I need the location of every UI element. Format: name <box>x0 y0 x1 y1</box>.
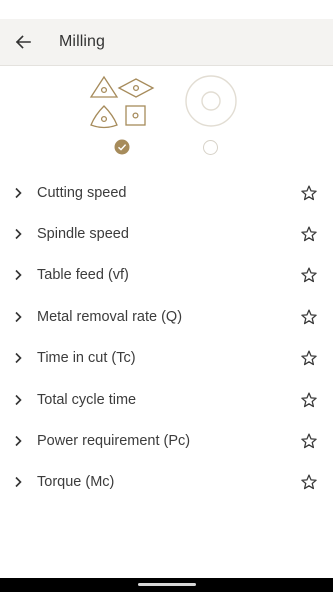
star-outline-icon[interactable] <box>300 432 318 450</box>
list-item[interactable]: Torque (Mc) <box>0 462 333 503</box>
chevron-right-icon <box>15 270 22 281</box>
option-multi-shape-inserts[interactable] <box>88 74 158 134</box>
chevron-right-icon <box>15 435 22 447</box>
option-round-insert[interactable] <box>184 74 238 128</box>
back-button[interactable] <box>1 19 45 66</box>
star-outline-icon[interactable] <box>300 391 318 409</box>
radio-unchecked-icon[interactable] <box>203 140 218 155</box>
star-outline-icon[interactable] <box>300 225 318 243</box>
insert-type-selector <box>0 66 333 166</box>
star-outline-icon[interactable] <box>300 308 318 326</box>
chevron-right-icon <box>15 394 22 405</box>
list-item[interactable]: Table feed (vf) <box>0 255 333 296</box>
page-title: Milling <box>59 33 106 50</box>
list-item[interactable]: Power requirement (Pc) <box>0 420 333 461</box>
chevron-right-icon <box>15 187 22 198</box>
list-item[interactable]: Spindle speed <box>0 213 333 254</box>
star-outline-icon[interactable] <box>300 473 318 491</box>
list-item-label: Metal removal rate (Q) <box>37 308 183 325</box>
list-item-label: Total cycle time <box>37 391 137 408</box>
list-item-label: Power requirement (Pc) <box>37 433 191 450</box>
list-item[interactable]: Total cycle time <box>0 379 333 420</box>
chevron-right-icon <box>15 477 22 488</box>
star-outline-icon[interactable] <box>300 349 318 367</box>
list-item-label: Table feed (vf) <box>37 267 129 284</box>
arrow-left-icon <box>15 35 31 49</box>
status-bar <box>0 0 333 19</box>
star-outline-icon[interactable] <box>300 266 318 284</box>
chevron-right-icon <box>15 311 22 322</box>
list-item-label: Spindle speed <box>37 226 129 243</box>
list-item-label: Time in cut (Tc) <box>37 350 136 367</box>
insert-shapes-icon <box>89 75 155 129</box>
star-outline-icon[interactable] <box>300 184 318 202</box>
calculation-list: Cutting speed Spindle speed Table feed (… <box>0 172 333 503</box>
radio-checked-icon[interactable] <box>114 139 130 155</box>
list-item[interactable]: Time in cut (Tc) <box>0 338 333 379</box>
system-navigation-bar <box>0 578 333 592</box>
list-item[interactable]: Metal removal rate (Q) <box>0 296 333 337</box>
chevron-right-icon <box>15 353 22 364</box>
home-gesture-handle[interactable] <box>138 583 196 586</box>
list-item-label: Torque (Mc) <box>37 474 115 491</box>
list-item-label: Cutting speed <box>37 184 127 201</box>
app-bar: Milling <box>0 19 333 66</box>
chevron-right-icon <box>15 229 22 240</box>
round-insert-icon <box>185 75 237 127</box>
list-item[interactable]: Cutting speed <box>0 172 333 213</box>
